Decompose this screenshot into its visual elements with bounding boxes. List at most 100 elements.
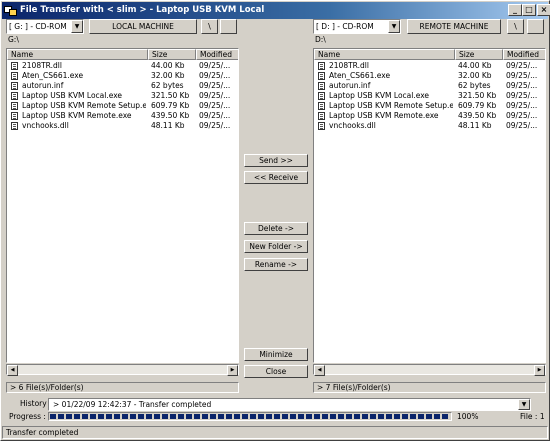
file-size: 44.00 Kb [458,61,492,70]
delete-button[interactable]: Delete -> [244,222,308,235]
file-row[interactable]: vnchooks.dll 48.11 Kb 09/25/... [7,121,238,131]
file-modified: 09/25/... [199,111,231,120]
file-icon [11,72,18,80]
chevron-down-icon[interactable]: ▼ [388,20,400,33]
remote-blank-button[interactable] [527,19,544,34]
file-icon [11,82,18,90]
file-size: 32.00 Kb [458,71,492,80]
rename-button[interactable]: Rename -> [244,258,308,271]
remote-root-button[interactable]: \ [507,19,524,34]
local-drive-select[interactable]: [ G: ] - CD-ROM ▼ [6,19,84,34]
local-col-modified[interactable]: Modified [196,49,238,60]
history-select[interactable]: > 01/22/09 12:42:37 - Transfer completed… [48,398,531,411]
file-modified: 09/25/... [506,91,538,100]
history-label: History : [20,399,52,408]
close-button[interactable]: Close [244,365,308,378]
file-modified: 09/25/... [199,91,231,100]
progress-percent: 100% [457,412,479,421]
file-size: 609.79 Kb [151,101,190,110]
local-machine-label: LOCAL MACHINE [89,19,197,34]
window-title: File Transfer with < slim > - Laptop USB… [20,5,265,15]
file-modified: 09/25/... [506,81,538,90]
transfer-icon [4,6,17,16]
file-size: 609.79 Kb [458,101,497,110]
file-row[interactable]: vnchooks.dll 48.11 Kb 09/25/... [314,121,545,131]
file-modified: 09/25/... [506,121,538,130]
remote-file-list[interactable]: Name Size Modified 2108TR.dll 44.00 Kb 09/… [313,48,546,363]
scroll-left-icon[interactable]: ◀ [7,365,18,376]
remote-drive-select[interactable]: [ D: ] - CD-ROM ▼ [313,19,401,34]
file-icon [318,62,325,70]
file-row[interactable]: autorun.inf 62 bytes 09/25/... [314,81,545,91]
file-size: 32.00 Kb [151,71,185,80]
file-row[interactable]: 2108TR.dll 44.00 Kb 09/25/... [314,61,545,71]
file-row[interactable]: autorun.inf 62 bytes 09/25/... [7,81,238,91]
file-icon [318,82,325,90]
file-name: autorun.inf [329,81,371,90]
receive-button[interactable]: << Receive [244,171,308,184]
minimize-window-button[interactable]: _ [508,4,522,16]
scroll-right-icon[interactable]: ▶ [227,365,238,376]
new-folder-button[interactable]: New Folder -> [244,240,308,253]
remote-hscrollbar[interactable]: ◀ ▶ [313,364,546,376]
remote-col-modified[interactable]: Modified [503,49,545,60]
file-icon [11,62,18,70]
file-icon [11,122,18,130]
file-row[interactable]: Aten_CS661.exe 32.00 Kb 09/25/... [7,71,238,81]
file-name: Laptop USB KVM Remote Setup.exe [329,101,453,110]
remote-machine-label: REMOTE MACHINE [407,19,501,34]
file-row[interactable]: Laptop USB KVM Remote.exe 439.50 Kb 09/25/… [314,111,545,121]
file-modified: 09/25/... [199,101,231,110]
file-row[interactable]: Laptop USB KVM Local.exe 321.50 Kb 09/25/.… [7,91,238,101]
file-size: 48.11 Kb [151,121,185,130]
file-size: 321.50 Kb [151,91,190,100]
scroll-right-icon[interactable]: ▶ [534,365,545,376]
file-icon [11,112,18,120]
file-name: autorun.inf [22,81,64,90]
local-hscrollbar[interactable]: ◀ ▶ [6,364,239,376]
progress-label: Progress : [9,412,46,421]
file-row[interactable]: Aten_CS661.exe 32.00 Kb 09/25/... [314,71,545,81]
file-row[interactable]: Laptop USB KVM Local.exe 321.50 Kb 09/25/.… [314,91,545,101]
file-size: 439.50 Kb [458,111,497,120]
file-row[interactable]: 2108TR.dll 44.00 Kb 09/25/... [7,61,238,71]
local-root-button[interactable]: \ [201,19,218,34]
remote-path: D:\ [313,35,546,46]
file-size: 62 bytes [151,81,184,90]
file-name: Laptop USB KVM Local.exe [329,91,430,100]
file-size: 44.00 Kb [151,61,185,70]
scroll-left-icon[interactable]: ◀ [314,365,325,376]
remote-list-header: Name Size Modified [314,49,545,60]
file-row[interactable]: Laptop USB KVM Remote.exe 439.50 Kb 09/25/… [7,111,238,121]
close-window-button[interactable]: × [537,4,550,16]
minimize-button[interactable]: Minimize [244,348,308,361]
file-name: 2108TR.dll [329,61,369,70]
file-icon [318,102,325,110]
file-name: Laptop USB KVM Remote.exe [22,111,132,120]
send-button[interactable]: Send >> [244,154,308,167]
title-bar[interactable]: File Transfer with < slim > - Laptop USB… [2,2,550,19]
file-icon [318,112,325,120]
local-file-list[interactable]: Name Size Modified 2108TR.dll 44.00 Kb 09/… [6,48,239,363]
file-row[interactable]: Laptop USB KVM Remote Setup.exe 609.79 Kb… [7,101,238,111]
file-row[interactable]: Laptop USB KVM Remote Setup.exe 609.79 Kb… [314,101,545,111]
chevron-down-icon[interactable]: ▼ [518,399,530,410]
remote-drive-value: [ D: ] - CD-ROM [316,22,374,31]
chevron-down-icon[interactable]: ▼ [71,20,83,33]
remote-col-name[interactable]: Name [314,49,455,60]
local-blank-button[interactable] [220,19,237,34]
file-name: Laptop USB KVM Remote.exe [329,111,439,120]
remote-file-count: > 7 File(s)/Folder(s) [313,382,546,393]
file-modified: 09/25/... [506,61,538,70]
local-list-header: Name Size Modified [7,49,238,60]
progress-file-counter: File : 1 [520,412,545,421]
file-modified: 09/25/... [506,111,538,120]
maximize-window-button[interactable]: □ [522,4,536,16]
local-col-size[interactable]: Size [148,49,196,60]
file-size: 48.11 Kb [458,121,492,130]
file-modified: 09/25/... [199,121,231,130]
remote-col-size[interactable]: Size [455,49,503,60]
file-icon [318,122,325,130]
file-name: Aten_CS661.exe [22,71,84,80]
local-col-name[interactable]: Name [7,49,148,60]
